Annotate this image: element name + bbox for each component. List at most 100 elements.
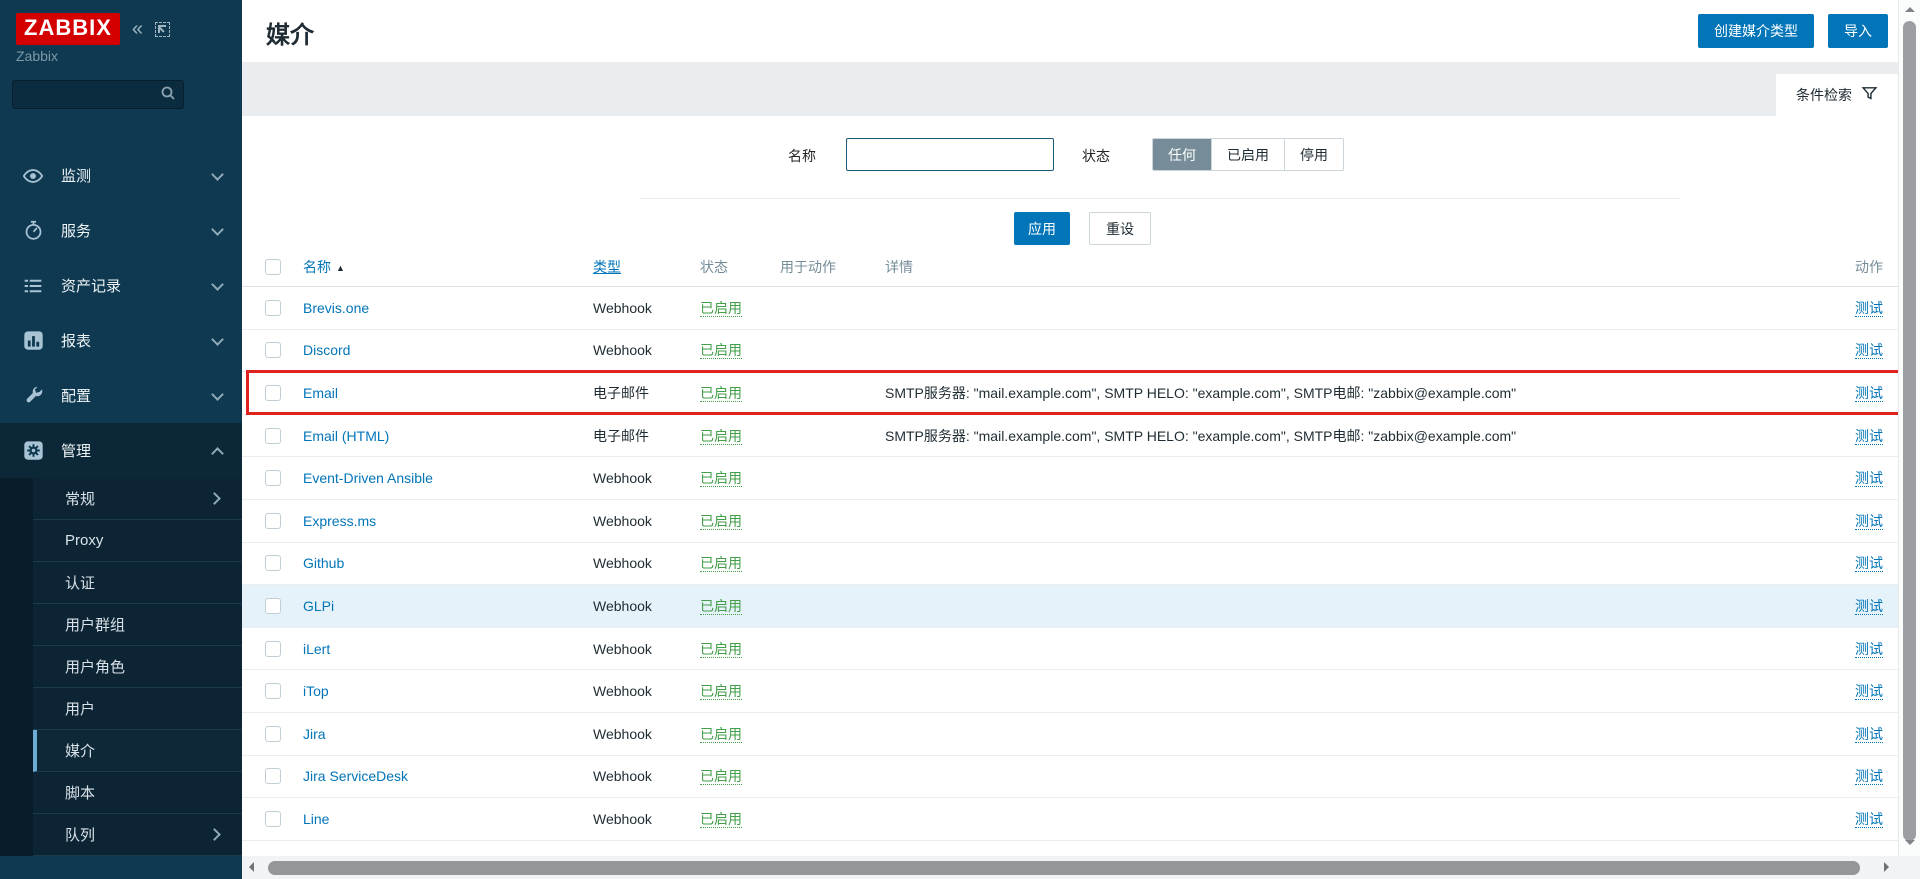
status-enabled-link[interactable]: 已启用 [700,513,742,530]
vertical-scrollbar[interactable] [1898,0,1920,856]
media-type-type: Webhook [593,641,652,657]
scroll-down-icon[interactable] [1905,840,1915,845]
status-enabled-link[interactable]: 已启用 [700,726,742,743]
gear-icon [22,440,44,462]
status-enabled-link[interactable]: 已启用 [700,811,742,828]
vertical-scroll-thumb[interactable] [1903,21,1916,841]
status-option-1[interactable]: 已启用 [1211,139,1284,170]
status-enabled-link[interactable]: 已启用 [700,768,742,785]
row-checkbox[interactable] [265,555,281,571]
row-checkbox[interactable] [265,598,281,614]
select-all-checkbox[interactable] [265,259,281,275]
filter-name-input[interactable] [846,138,1054,171]
sidebar-subitem-authentication[interactable]: 认证 [33,562,242,604]
row-checkbox[interactable] [265,726,281,742]
status-enabled-link[interactable]: 已启用 [700,598,742,615]
status-enabled-link[interactable]: 已启用 [700,555,742,572]
status-enabled-link[interactable]: 已启用 [700,683,742,700]
create-media-type-button[interactable]: 创建媒介类型 [1698,14,1814,48]
test-link[interactable]: 测试 [1855,768,1883,785]
scroll-right-icon[interactable] [1884,862,1889,872]
sidebar-item-inventory[interactable]: 资产记录 [0,258,242,313]
sidebar-subitem-general[interactable]: 常规 [33,478,242,520]
expand-sidebar-icon[interactable] [155,22,170,37]
sidebar-subitem-user-groups[interactable]: 用户群组 [33,604,242,646]
horizontal-scroll-thumb[interactable] [268,861,1860,875]
media-type-link[interactable]: Express.ms [303,513,376,529]
media-type-link[interactable]: Email (HTML) [303,428,389,444]
sidebar-subitem-users[interactable]: 用户 [33,688,242,730]
scroll-left-icon[interactable] [249,862,254,872]
media-type-link[interactable]: iTop [303,683,329,699]
row-checkbox[interactable] [265,342,281,358]
filter-tab[interactable]: 条件检索 [1776,74,1898,116]
test-link[interactable]: 测试 [1855,342,1883,359]
test-link[interactable]: 测试 [1855,726,1883,743]
search-icon[interactable] [160,85,176,104]
table-row: LineWebhook已启用测试 [242,798,1898,841]
page-title: 媒介 [266,15,314,50]
test-link[interactable]: 测试 [1855,683,1883,700]
test-link[interactable]: 测试 [1855,428,1883,445]
scroll-up-icon[interactable] [1905,7,1915,12]
sidebar-subitem-queue[interactable]: 队列 [33,814,242,856]
sidebar-item-reports[interactable]: 报表 [0,313,242,368]
status-enabled-link[interactable]: 已启用 [700,641,742,658]
test-link[interactable]: 测试 [1855,300,1883,317]
row-checkbox[interactable] [265,300,281,316]
status-option-2[interactable]: 停用 [1284,139,1343,170]
status-option-0[interactable]: 任何 [1153,139,1211,170]
sidebar-item-configuration[interactable]: 配置 [0,368,242,423]
sidebar-search[interactable] [12,80,184,109]
test-link[interactable]: 测试 [1855,513,1883,530]
sidebar-subitem-scripts[interactable]: 脚本 [33,772,242,814]
sidebar-item-services[interactable]: 服务 [0,203,242,258]
sidebar-subitem-proxy[interactable]: Proxy [33,520,242,562]
media-type-link[interactable]: Event-Driven Ansible [303,470,433,486]
row-checkbox[interactable] [265,513,281,529]
row-checkbox[interactable] [265,683,281,699]
sidebar-item-administration[interactable]: 管理 [0,423,242,478]
status-enabled-link[interactable]: 已启用 [700,385,742,402]
apply-button[interactable]: 应用 [1014,212,1070,245]
test-link[interactable]: 测试 [1855,555,1883,572]
sidebar-item-monitoring[interactable]: 监测 [0,148,242,203]
reset-button[interactable]: 重设 [1089,212,1151,245]
sidebar-item-label: 资产记录 [61,275,121,296]
table-row: GithubWebhook已启用测试 [242,543,1898,586]
status-enabled-link[interactable]: 已启用 [700,342,742,359]
test-link[interactable]: 测试 [1855,598,1883,615]
sidebar-subitem-user-roles[interactable]: 用户角色 [33,646,242,688]
media-type-link[interactable]: Github [303,555,344,571]
row-checkbox[interactable] [265,811,281,827]
column-header-name[interactable]: 名称 [303,259,331,275]
media-type-link[interactable]: Jira ServiceDesk [303,768,408,784]
status-enabled-link[interactable]: 已启用 [700,428,742,445]
status-enabled-link[interactable]: 已启用 [700,300,742,317]
collapse-sidebar-icon[interactable]: « [132,19,143,39]
media-type-link[interactable]: Jira [303,726,326,742]
sidebar-subitem-media-types[interactable]: 媒介 [33,730,242,772]
test-link[interactable]: 测试 [1855,811,1883,828]
media-type-link[interactable]: Discord [303,342,350,358]
zabbix-logo[interactable]: ZABBIX [16,13,120,45]
search-input[interactable] [13,87,160,102]
horizontal-scrollbar[interactable] [242,856,1898,879]
test-link[interactable]: 测试 [1855,470,1883,487]
column-header-type[interactable]: 类型 [593,257,621,277]
row-checkbox[interactable] [265,641,281,657]
media-type-link[interactable]: Email [303,385,338,401]
media-type-link[interactable]: GLPi [303,598,334,614]
row-checkbox[interactable] [265,385,281,401]
row-checkbox[interactable] [265,470,281,486]
media-type-link[interactable]: iLert [303,641,330,657]
row-checkbox[interactable] [265,768,281,784]
media-type-link[interactable]: Line [303,811,329,827]
chevron-up-icon [213,451,222,460]
test-link[interactable]: 测试 [1855,641,1883,658]
status-enabled-link[interactable]: 已启用 [700,470,742,487]
test-link[interactable]: 测试 [1855,385,1883,402]
import-button[interactable]: 导入 [1828,14,1888,48]
row-checkbox[interactable] [265,428,281,444]
media-type-link[interactable]: Brevis.one [303,300,369,316]
